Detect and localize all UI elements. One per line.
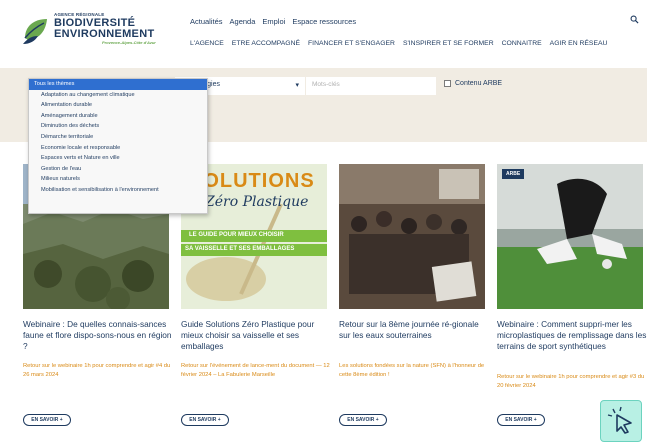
topnav-ressources[interactable]: Espace ressources bbox=[292, 17, 356, 26]
card-title[interactable]: Webinaire : De quelles connais-sances fa… bbox=[23, 319, 173, 353]
top-navigation: Actualités Agenda Emploi Espace ressourc… bbox=[190, 17, 356, 26]
theme-dropdown-list[interactable]: Tous les thèmes Adaptation au changement… bbox=[28, 78, 208, 214]
arbe-badge: ARBE bbox=[502, 169, 525, 179]
card-title[interactable]: Webinaire : Comment suppri-mer les micro… bbox=[497, 319, 647, 353]
mainnav-reseau[interactable]: AGIR EN RÉSEAU bbox=[550, 40, 608, 47]
logo-line-2: ENVIRONNEMENT bbox=[54, 28, 155, 40]
topnav-agenda[interactable]: Agenda bbox=[230, 17, 256, 26]
site-header: AGENCE RÉGIONALE BIODIVERSITÉ ENVIRONNEM… bbox=[0, 0, 647, 64]
read-more-button[interactable]: EN SAVOIR + bbox=[339, 414, 387, 426]
guide-script-title: Zéro Plastique bbox=[205, 194, 309, 210]
card-image-conference[interactable] bbox=[339, 164, 485, 309]
read-more-button[interactable]: EN SAVOIR + bbox=[181, 414, 229, 426]
logo-wordmark: AGENCE RÉGIONALE BIODIVERSITÉ ENVIRONNEM… bbox=[54, 12, 156, 45]
theme-option[interactable]: Adaptation au changement climatique bbox=[29, 90, 207, 101]
arbe-checkbox-label: Contenu ARBE bbox=[455, 80, 503, 87]
read-more-button[interactable]: EN SAVOIR + bbox=[23, 414, 71, 426]
accessibility-widget-button[interactable] bbox=[600, 400, 642, 442]
page: AGENCE RÉGIONALE BIODIVERSITÉ ENVIRONNEM… bbox=[0, 0, 647, 448]
sport-field-illustration bbox=[497, 164, 643, 309]
theme-option[interactable]: Démarche territoriale bbox=[29, 132, 207, 143]
theme-option[interactable]: Mobilisation et sensibilisation à l'envi… bbox=[29, 185, 207, 196]
theme-option[interactable]: Alimentation durable bbox=[29, 100, 207, 111]
search-icon[interactable] bbox=[630, 15, 639, 24]
logo-subtitle: Provence-Alpes-Côte d'Azur bbox=[102, 40, 156, 45]
topnav-emploi[interactable]: Emploi bbox=[262, 17, 285, 26]
pointer-click-icon bbox=[607, 406, 632, 434]
theme-option-all[interactable]: Tous les thèmes bbox=[29, 79, 207, 90]
main-navigation: L'AGENCE ETRE ACCOMPAGNÉ FINANCER ET S'E… bbox=[190, 40, 607, 47]
mainnav-accompagne[interactable]: ETRE ACCOMPAGNÉ bbox=[232, 40, 300, 47]
conference-photo-illustration bbox=[339, 164, 485, 309]
card-meta: Les solutions fondées sur la nature (SFN… bbox=[339, 363, 485, 378]
card-image-sport-field[interactable]: ARBE bbox=[497, 164, 643, 309]
theme-option[interactable]: Espaces verts et Nature en ville bbox=[29, 153, 207, 164]
card-title[interactable]: Retour sur la 8ème journée ré-gionale su… bbox=[339, 319, 489, 341]
card-title[interactable]: Guide Solutions Zéro Plastique pour mieu… bbox=[181, 319, 331, 353]
theme-option[interactable]: Milieux naturels bbox=[29, 174, 207, 185]
arbe-checkbox[interactable] bbox=[444, 80, 451, 87]
card-meta: Retour sur l'événement de lance-ment du … bbox=[181, 363, 330, 378]
guide-banner-1: LE GUIDE POUR MIEUX CHOISIR bbox=[189, 232, 284, 238]
guide-banner-2: SA VAISSELLE ET SES EMBALLAGES bbox=[185, 246, 295, 252]
chevron-down-icon: ▾ bbox=[295, 82, 299, 89]
read-more-button[interactable]: EN SAVOIR + bbox=[497, 414, 545, 426]
card-meta: Retour sur le webinaire 1h pour comprend… bbox=[497, 374, 645, 389]
theme-option[interactable]: Diminution des déchets bbox=[29, 121, 207, 132]
keyword-search-input[interactable]: Mots-clés bbox=[306, 77, 436, 95]
theme-option[interactable]: Gestion de l'eau bbox=[29, 164, 207, 175]
mainnav-connaitre[interactable]: CONNAITRE bbox=[502, 40, 542, 47]
mainnav-agence[interactable]: L'AGENCE bbox=[190, 40, 224, 47]
card-meta: Retour sur le webinaire 1h pour comprend… bbox=[23, 363, 171, 378]
logo-leaf-icon bbox=[23, 19, 47, 44]
mainnav-financer[interactable]: FINANCER ET S'ENGAGER bbox=[308, 40, 395, 47]
theme-option[interactable]: Economie locale et responsable bbox=[29, 143, 207, 154]
site-logo[interactable]: AGENCE RÉGIONALE BIODIVERSITÉ ENVIRONNEM… bbox=[22, 12, 172, 52]
mainnav-inspirer[interactable]: S'INSPIRER ET SE FORMER bbox=[403, 40, 494, 47]
theme-option[interactable]: Aménagement durable bbox=[29, 111, 207, 122]
topnav-actualites[interactable]: Actualités bbox=[190, 17, 223, 26]
arbe-content-filter[interactable]: Contenu ARBE bbox=[444, 80, 502, 87]
